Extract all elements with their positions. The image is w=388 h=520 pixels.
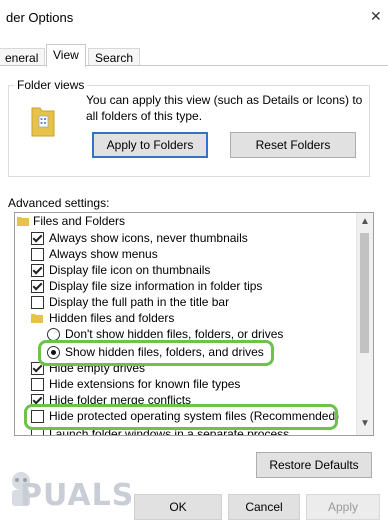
- tree-item-label: Hidden files and folders: [49, 311, 175, 325]
- apply-button[interactable]: Apply: [306, 494, 380, 520]
- checkbox[interactable]: [31, 248, 44, 261]
- option-label: Hide extensions for known file types: [49, 377, 241, 391]
- advanced-settings-label: Advanced settings:: [8, 196, 110, 210]
- advanced-settings-tree[interactable]: Files and Folders Always show icons, nev…: [14, 212, 374, 436]
- option-label: Always show icons, never thumbnails: [49, 231, 248, 245]
- option-label: Display file size information in folder …: [49, 279, 263, 293]
- option-label: Always show menus: [49, 247, 158, 261]
- reset-folders-button[interactable]: Reset Folders: [230, 132, 356, 158]
- ok-button[interactable]: OK: [134, 494, 222, 520]
- checkbox[interactable]: [31, 428, 44, 435]
- option-label: Don't show hidden files, folders, or dri…: [65, 327, 284, 341]
- checkbox[interactable]: [31, 280, 44, 293]
- checkbox[interactable]: [31, 378, 44, 391]
- option-label: Hide empty drives: [49, 361, 146, 375]
- option-label: Hide protected operating system files (R…: [49, 409, 340, 423]
- scroll-up-icon[interactable]: ▲: [357, 216, 373, 227]
- restore-defaults-button[interactable]: Restore Defaults: [256, 452, 372, 478]
- checkbox[interactable]: [31, 410, 44, 423]
- apply-to-folders-button[interactable]: Apply to Folders: [92, 132, 208, 158]
- checkbox[interactable]: [31, 264, 44, 277]
- tab-bar: eneral View Search: [0, 44, 388, 67]
- folder-icon: [31, 314, 43, 323]
- folder-views-title: Folder views: [14, 78, 88, 92]
- radio-button[interactable]: [47, 328, 60, 341]
- radio-button[interactable]: [47, 346, 60, 359]
- checkbox[interactable]: [31, 362, 44, 375]
- checkbox[interactable]: [31, 232, 44, 245]
- scroll-down-icon[interactable]: ▼: [357, 418, 373, 429]
- folder-views-icon: [31, 107, 55, 137]
- cancel-button[interactable]: Cancel: [228, 494, 300, 520]
- folder-views-description: You can apply this view (such as Details…: [86, 93, 363, 123]
- tree-item-label: Files and Folders: [33, 214, 126, 228]
- tree-scrollbar[interactable]: ▲ ▼: [356, 213, 373, 435]
- checkbox[interactable]: [31, 394, 44, 407]
- option-label: Show hidden files, folders, and drives: [65, 345, 264, 359]
- option-label: Display file icon on thumbnails: [49, 263, 211, 277]
- folder-icon: [17, 217, 29, 226]
- scroll-thumb[interactable]: [360, 233, 369, 353]
- option-label: Display the full path in the title bar: [49, 295, 230, 309]
- option-label: Launch folder windows in a separate proc…: [49, 427, 290, 436]
- option-label: Hide folder merge conflicts: [49, 393, 192, 407]
- close-icon[interactable]: ✕: [370, 8, 382, 25]
- window-title: der Options: [6, 10, 74, 25]
- checkbox[interactable]: [31, 296, 44, 309]
- tab-view[interactable]: View: [46, 44, 86, 67]
- watermark-logo: PUALS: [20, 478, 135, 513]
